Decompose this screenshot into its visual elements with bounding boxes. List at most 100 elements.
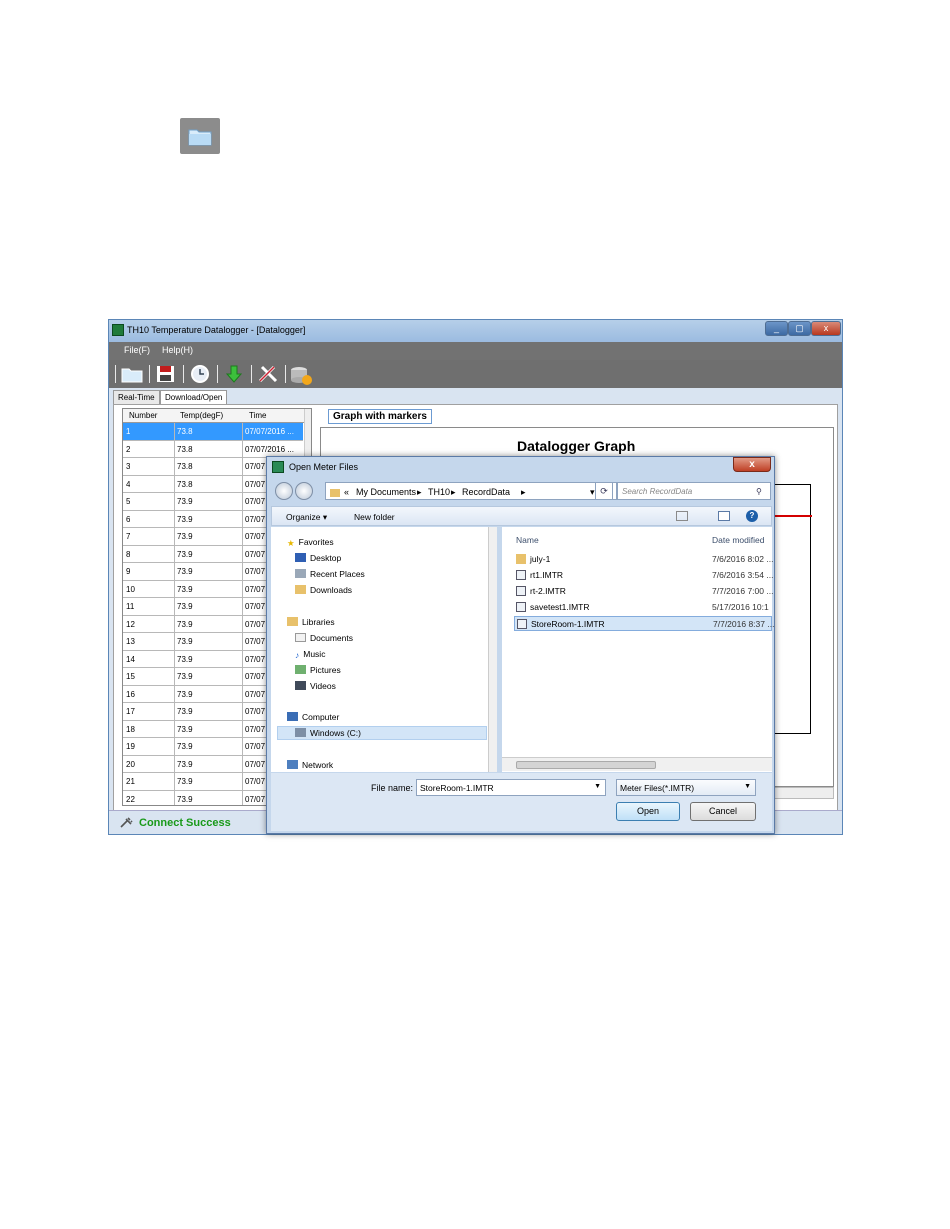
forward-button[interactable] — [295, 482, 313, 500]
open-folder-icon[interactable] — [121, 364, 143, 384]
column-divider — [242, 545, 243, 562]
file-date: 7/7/2016 8:37 ... — [713, 619, 775, 629]
cell-temp: 73.9 — [177, 602, 193, 611]
nav-label: Recent Places — [310, 569, 365, 579]
scroll-thumb[interactable] — [516, 761, 656, 769]
cell-number: 12 — [126, 619, 135, 629]
nav-network[interactable]: Network — [287, 760, 333, 770]
chevron-down-icon[interactable]: ▾ — [590, 487, 595, 498]
cell-number: 17 — [126, 707, 135, 716]
column-divider — [242, 790, 243, 805]
table-row[interactable]: 1 73.8 07/07/2016 ... — [123, 423, 303, 441]
nav-music[interactable]: ♪ Music — [295, 649, 325, 660]
menu-help[interactable]: Help(H) — [162, 345, 193, 355]
tab-realtime[interactable]: Real-Time — [113, 390, 160, 405]
column-divider — [242, 650, 243, 667]
new-folder-button[interactable]: New folder — [354, 512, 395, 522]
column-header-number[interactable]: Number — [129, 411, 157, 420]
nav-windows-c[interactable]: Windows (C:) — [295, 728, 361, 738]
file-name-label: File name: — [371, 783, 414, 793]
view-options-icon[interactable] — [676, 511, 688, 521]
drive-icon — [295, 728, 306, 737]
open-button[interactable]: Open — [616, 802, 680, 821]
address-bar[interactable]: « My Documents ▸ TH10 ▸ RecordData ▸ ▾ — [325, 482, 617, 500]
back-button[interactable] — [275, 482, 293, 500]
address-overflow[interactable]: « — [344, 487, 349, 497]
address-part-th10[interactable]: TH10 — [428, 487, 450, 497]
cell-temp: 73.8 — [177, 444, 193, 454]
column-divider — [174, 790, 175, 805]
document-icon — [516, 586, 526, 596]
column-divider — [242, 685, 243, 702]
chevron-down-icon[interactable]: ▼ — [594, 783, 601, 790]
nav-desktop[interactable]: Desktop — [295, 553, 341, 563]
file-item[interactable]: savetest1.IMTR 5/17/2016 10:1 — [514, 600, 772, 615]
network-icon — [287, 760, 298, 769]
close-button[interactable]: x — [811, 321, 841, 336]
column-header-time[interactable]: Time — [249, 411, 266, 420]
cancel-button[interactable]: Cancel — [690, 802, 756, 821]
search-input[interactable]: Search RecordData ⚲ — [617, 482, 771, 500]
cell-number: 20 — [126, 759, 135, 769]
download-arrow-icon[interactable] — [223, 364, 245, 384]
cell-temp: 73.9 — [177, 689, 193, 699]
nav-pictures[interactable]: Pictures — [295, 665, 341, 675]
menu-bar: File(F) Help(H) — [109, 342, 842, 360]
file-type-select[interactable]: Meter Files(*.IMTR) ▼ — [616, 779, 756, 796]
nav-libraries[interactable]: Libraries — [287, 617, 335, 627]
database-help-icon[interactable] — [289, 364, 312, 385]
cell-number: 21 — [126, 777, 135, 786]
clock-icon[interactable] — [189, 364, 211, 384]
cell-temp: 73.9 — [177, 794, 193, 804]
preview-pane-icon[interactable] — [718, 511, 730, 521]
folder-item[interactable]: july-1 7/6/2016 8:02 ... — [514, 552, 773, 567]
help-icon[interactable]: ? — [746, 510, 758, 522]
file-item[interactable]: rt-2.IMTR 7/7/2016 7:00 ... — [514, 584, 774, 599]
column-header-name[interactable]: Name — [516, 535, 539, 545]
nav-label: Videos — [310, 681, 336, 691]
column-header-date-modified[interactable]: Date modified — [712, 535, 764, 545]
address-part-recorddata[interactable]: RecordData — [462, 487, 510, 497]
plug-icon — [119, 817, 133, 831]
nav-computer[interactable]: Computer — [287, 712, 339, 722]
organize-button[interactable]: Organize ▾ — [286, 512, 327, 523]
maximize-button[interactable]: ▢ — [788, 321, 811, 336]
address-part-my-documents[interactable]: My Documents — [356, 487, 416, 497]
cell-temp: 73.8 — [177, 479, 193, 489]
graph-title: Datalogger Graph — [517, 438, 636, 454]
window-title: TH10 Temperature Datalogger - [Datalogge… — [127, 325, 306, 335]
nav-documents[interactable]: Documents — [295, 633, 353, 643]
downloads-icon — [295, 585, 306, 594]
cell-temp: 73.8 — [177, 427, 193, 436]
tools-icon[interactable] — [257, 364, 279, 384]
column-header-temp[interactable]: Temp(degF) — [180, 411, 223, 420]
menu-file[interactable]: File(F) — [124, 345, 150, 355]
nav-favorites[interactable]: ★ Favorites — [287, 537, 334, 548]
graph-tab[interactable]: Graph with markers — [328, 409, 432, 424]
chevron-down-icon[interactable]: ▼ — [744, 783, 751, 790]
nav-downloads[interactable]: Downloads — [295, 585, 352, 595]
pictures-icon — [295, 665, 306, 674]
file-date: 7/7/2016 7:00 ... — [712, 586, 774, 596]
nav-scrollbar[interactable] — [488, 527, 497, 772]
cell-number: 8 — [126, 549, 131, 559]
minimize-button[interactable]: _ — [765, 321, 788, 336]
nav-videos[interactable]: Videos — [295, 681, 336, 691]
file-list-scrollbar[interactable] — [502, 757, 772, 771]
search-icon: ⚲ — [756, 487, 762, 496]
dialog-close-button[interactable]: x — [733, 457, 771, 472]
refresh-button[interactable]: ⟳ — [595, 482, 613, 500]
file-item[interactable]: rt1.IMTR 7/6/2016 3:54 ... — [514, 568, 773, 583]
tab-download-open[interactable]: Download/Open — [160, 390, 228, 405]
nav-recent-places[interactable]: Recent Places — [295, 569, 365, 579]
app-logo-icon — [272, 461, 284, 473]
file-item[interactable]: StoreRoom-1.IMTR 7/7/2016 8:37 ... — [514, 616, 775, 631]
save-icon[interactable] — [155, 364, 177, 384]
cell-number: 9 — [126, 567, 131, 576]
cell-number: 15 — [126, 672, 135, 681]
cell-number: 10 — [126, 584, 135, 594]
cell-number: 5 — [126, 497, 131, 506]
file-name-input[interactable]: StoreRoom-1.IMTR ▼ — [416, 779, 606, 796]
open-folder-icon — [180, 118, 220, 154]
nav-label: Computer — [302, 712, 340, 722]
